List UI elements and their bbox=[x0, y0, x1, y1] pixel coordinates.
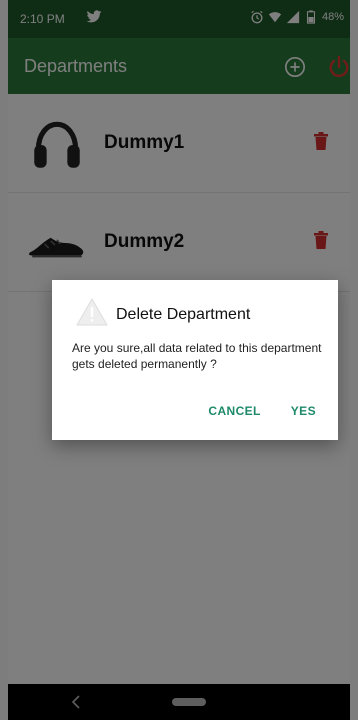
dialog-title: Delete Department bbox=[116, 306, 251, 323]
cancel-button[interactable]: CANCEL bbox=[208, 404, 260, 418]
yes-button[interactable]: YES bbox=[291, 404, 316, 418]
delete-department-dialog: Delete Department Are you sure,all data … bbox=[52, 280, 338, 440]
phone-screen: 2:10 PM 48% Departments bbox=[8, 0, 350, 720]
dialog-actions: CANCEL YES bbox=[208, 404, 316, 418]
warning-icon bbox=[76, 298, 108, 326]
dialog-message: Are you sure,all data related to this de… bbox=[72, 341, 322, 371]
